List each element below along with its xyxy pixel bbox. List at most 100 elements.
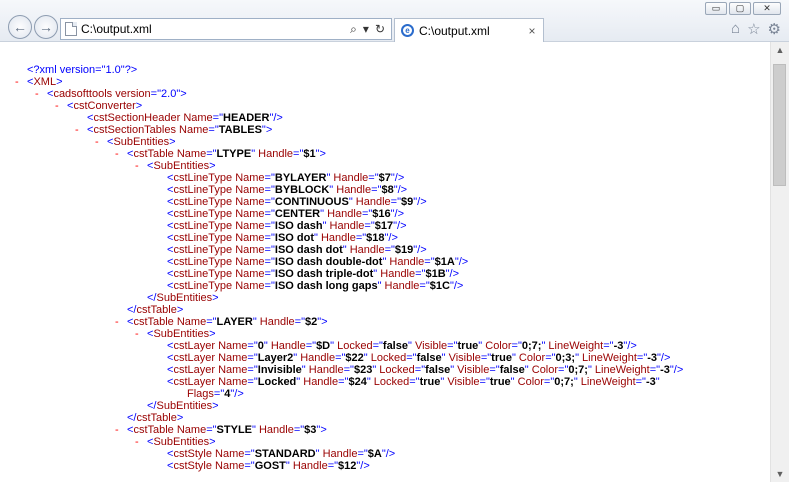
tab-output-xml[interactable]: e C:\output.xml ×	[394, 18, 544, 42]
xml-line: <cstLineType Name="BYLAYER" Handle="$7"/…	[0, 172, 770, 184]
close-window-button[interactable]: ✕	[753, 2, 781, 15]
xml-token: Locked	[367, 352, 407, 364]
xml-token: Handle	[352, 196, 391, 208]
xml-token: Locked	[334, 340, 373, 352]
xml-token: ="	[264, 268, 275, 280]
xml-token: ="	[206, 424, 217, 436]
xml-token: Name	[232, 220, 265, 232]
xml-token: ="	[479, 376, 490, 388]
xml-token: "/>	[356, 460, 370, 472]
xml-token: ="	[338, 376, 349, 388]
xml-token: Name	[211, 460, 245, 472]
xml-line: <cstLayer Name="0" Handle="$D" Locked="f…	[0, 340, 770, 352]
xml-line: <cstLineType Name="ISO dash dot" Handle=…	[0, 244, 770, 256]
xml-token: ">	[316, 424, 327, 436]
address-tools: ⌕ ▾ ↻	[350, 22, 391, 37]
xml-token: Handle	[317, 232, 356, 244]
gear-icon[interactable]: ⚙	[768, 20, 781, 38]
collapse-toggle[interactable]: -	[15, 76, 19, 88]
xml-token: ="	[343, 364, 354, 376]
xml-token: ="	[206, 148, 217, 160]
xml-token: Name	[180, 112, 213, 124]
xml-token: ="	[357, 448, 368, 460]
xml-token: Name	[175, 124, 209, 136]
scroll-up-icon[interactable]: ▲	[771, 42, 789, 58]
xml-token: true	[489, 376, 511, 388]
address-bar[interactable]: C:\output.xml ⌕ ▾ ↻	[60, 18, 392, 40]
chevron-down-icon[interactable]: ▾	[363, 22, 369, 36]
xml-token: Name	[232, 244, 265, 256]
xml-token: cstLineType	[173, 256, 233, 268]
minimize-button[interactable]: ▭	[705, 2, 727, 15]
star-icon[interactable]: ☆	[747, 20, 760, 38]
xml-token: >	[209, 160, 216, 172]
xml-line: </SubEntities>	[0, 292, 770, 304]
xml-token: TABLES	[218, 124, 262, 136]
home-icon[interactable]: ⌂	[731, 20, 740, 38]
xml-token: false	[499, 364, 525, 376]
xml-token: -3	[613, 340, 624, 352]
xml-token: "/>	[623, 340, 637, 352]
xml-token: Locked	[257, 376, 297, 388]
tab-close-icon[interactable]: ×	[525, 24, 539, 38]
xml-token: Visible	[444, 376, 480, 388]
collapse-toggle[interactable]: -	[135, 160, 139, 172]
xml-token: ="	[489, 364, 500, 376]
xml-token: cstLineType	[173, 244, 233, 256]
vertical-scrollbar[interactable]: ▲ ▼	[770, 42, 789, 482]
maximize-button[interactable]: ▢	[729, 2, 751, 15]
xml-token: Name	[232, 268, 265, 280]
xml-token: Name	[232, 280, 265, 292]
collapse-toggle[interactable]: -	[55, 100, 59, 112]
xml-token: ="	[305, 340, 317, 352]
xml-token: cstTable	[133, 148, 174, 160]
xml-line: <cstStyle Name="STANDARD" Handle="$A"/>	[0, 448, 770, 460]
search-icon[interactable]: ⌕	[350, 22, 357, 37]
forward-button[interactable]: →	[34, 15, 58, 39]
xml-token: ="	[244, 460, 255, 472]
xml-token: >	[209, 436, 216, 448]
xml-token: "/>	[454, 256, 469, 268]
xml-token: true	[491, 352, 512, 364]
xml-token: ="	[415, 268, 426, 280]
xml-token: cstLineType	[173, 220, 233, 232]
collapse-toggle[interactable]: -	[115, 316, 119, 328]
xml-token: cstSectionTables	[93, 124, 176, 136]
xml-line: - <SubEntities>	[0, 136, 770, 148]
xml-token: ="	[636, 352, 648, 364]
xml-token: ="	[372, 340, 383, 352]
xml-token: $22	[345, 352, 364, 364]
xml-token: ">	[317, 316, 328, 328]
collapse-toggle[interactable]: -	[75, 124, 79, 136]
xml-token: SubEntities	[153, 328, 210, 340]
collapse-toggle[interactable]: -	[135, 328, 139, 340]
xml-token: Color	[514, 376, 544, 388]
scroll-down-icon[interactable]: ▼	[771, 466, 789, 482]
collapse-toggle[interactable]: -	[135, 436, 139, 448]
xml-token: ="	[635, 376, 646, 388]
collapse-toggle[interactable]: -	[35, 88, 39, 100]
xml-token: Handle	[386, 256, 425, 268]
xml-token: Flags	[187, 388, 214, 400]
xml-token: $23	[353, 364, 373, 376]
collapse-toggle[interactable]: -	[115, 424, 119, 436]
collapse-toggle[interactable]: -	[115, 148, 119, 160]
xml-token: cstLineType	[173, 172, 233, 184]
back-button[interactable]: ←	[8, 15, 32, 39]
xml-token: cstLineType	[173, 184, 233, 196]
address-url[interactable]: C:\output.xml	[81, 22, 350, 36]
xml-token: >	[135, 100, 143, 112]
refresh-icon[interactable]: ↻	[375, 22, 385, 36]
xml-line: <cstLineType Name="ISO dash double-dot" …	[0, 256, 770, 268]
xml-token: ="	[264, 172, 275, 184]
xml-token: cstLineType	[173, 196, 233, 208]
xml-token: ="	[384, 244, 395, 256]
scroll-thumb[interactable]	[773, 64, 786, 186]
xml-token: ="	[264, 244, 275, 256]
xml-token: ISO dash triple-dot	[274, 268, 374, 280]
xml-token: "/>	[445, 268, 460, 280]
collapse-toggle[interactable]: -	[95, 136, 99, 148]
xml-token: ="	[244, 448, 255, 460]
xml-token: cstLineType	[173, 268, 233, 280]
xml-token: Locked	[376, 364, 415, 376]
